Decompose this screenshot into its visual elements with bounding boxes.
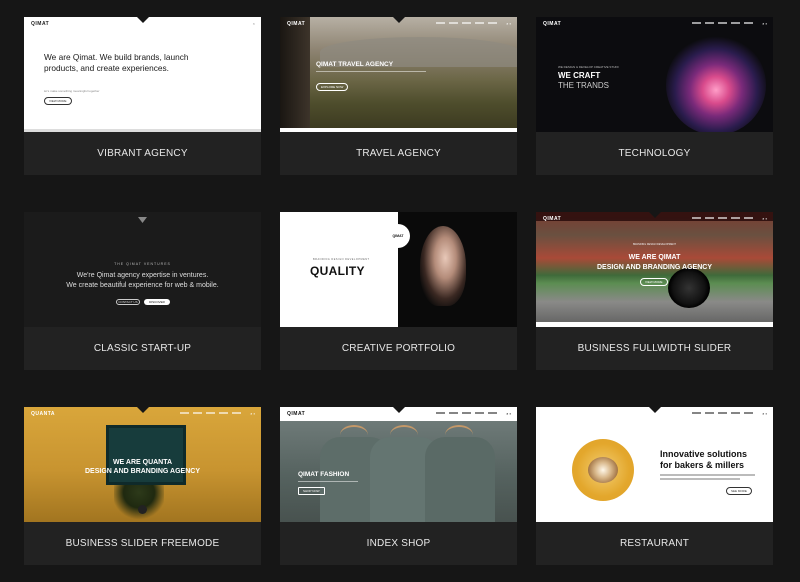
demo-thumbnail[interactable]: QIMAT BRANDING DESIGN DEVELOPMENT QUALIT… — [280, 212, 517, 327]
hero-headline-secondary: for bakers & millers — [660, 460, 745, 470]
search-icon: ⌕ ▪ — [250, 411, 255, 416]
hero-headline-secondary: DESIGN AND BRANDING AGENCY — [85, 468, 200, 475]
demo-card-classic-start-up[interactable]: THE QIMAT VENTURES We're Qimat agency ex… — [24, 212, 261, 370]
hero-button: EXPLORE NOW — [316, 83, 349, 91]
hanger-image — [340, 425, 368, 445]
contact-button: CONTACT US — [116, 299, 140, 305]
hanger-image — [445, 425, 473, 445]
hero-headline: Innovative solutions — [660, 449, 748, 459]
demo-thumbnail[interactable]: QIMAT ⌕ ▪ WE DESIGN & DEVELOP CREATIVE S… — [536, 17, 773, 132]
bowl-image — [588, 457, 618, 483]
hero-button: VIEW MORE — [44, 97, 72, 105]
hero-headline: QUALITY — [310, 264, 365, 278]
search-icon: ⌕ ▪ — [762, 216, 767, 221]
hero-headline-secondary: DESIGN AND BRANDING AGENCY — [597, 264, 712, 271]
hero-headline: We're Qimat agency expertise in ventures… — [76, 272, 209, 279]
nav-menu — [436, 22, 497, 24]
window-image — [106, 425, 186, 485]
hero-headline: WE ARE QIMAT — [628, 254, 681, 261]
search-icon: ⌕ ▪ — [762, 411, 767, 416]
hero-text — [660, 474, 755, 476]
demo-thumbnail[interactable]: QIMAT ⌕ ▪ BRANDING DESIGN DEVELOPMENT WE… — [536, 212, 773, 327]
site-logo: QIMAT — [543, 21, 562, 27]
nav-menu — [692, 412, 753, 414]
hero-kicker: WE DESIGN & DEVELOP CREATIVE STUFF — [558, 65, 620, 69]
camera-image — [668, 268, 710, 308]
site-logo: QIMAT — [386, 224, 410, 248]
notch — [136, 17, 149, 23]
site-logo: QIMAT — [31, 21, 50, 27]
notch — [392, 17, 405, 23]
demo-thumbnail[interactable]: QIMAT × We are Qimat. We build brands, l… — [24, 17, 261, 132]
site-logo: QIMAT — [543, 216, 562, 222]
hero-button: SHOP NOW — [298, 487, 325, 495]
hero-tags: BRANDING DESIGN DEVELOPMENT — [313, 258, 370, 261]
hanger-image — [390, 425, 418, 445]
demo-thumbnail[interactable]: QIMAT ⌕ ▪ QIMAT TRAVEL AGENCY EXPLORE NO… — [280, 17, 517, 132]
demo-caption[interactable]: TRAVEL AGENCY — [280, 132, 517, 175]
hero-button: VIEW MORE — [640, 278, 668, 286]
demo-thumbnail[interactable]: QUANTA ⌕ ▪ WE ARE QUANTA DESIGN AND BRAN… — [24, 407, 261, 522]
site-logo: QUANTA — [31, 411, 56, 417]
demo-card-vibrant-agency[interactable]: QIMAT × We are Qimat. We build brands, l… — [24, 17, 261, 175]
demo-thumbnail[interactable]: ⌕ ▪ Innovative solutions for bakers & mi… — [536, 407, 773, 522]
demo-caption[interactable]: TECHNOLOGY — [536, 132, 773, 175]
hero-headline: WE ARE QUANTA — [112, 459, 173, 466]
hero-button: SEE MORE — [726, 487, 752, 495]
notch — [648, 407, 661, 413]
demo-card-business-slider-freemode[interactable]: QUANTA ⌕ ▪ WE ARE QUANTA DESIGN AND BRAN… — [24, 407, 261, 565]
demo-caption[interactable]: RESTAURANT — [536, 522, 773, 565]
hero-text — [660, 478, 740, 480]
train-window-image — [280, 17, 310, 132]
portrait-image — [420, 226, 466, 306]
demo-caption[interactable]: BUSINESS SLIDER FREEMODE — [24, 522, 261, 565]
demo-card-index-shop[interactable]: QIMAT ⌕ ▪ QIMAT FASHION SHOP NOW INDEX S… — [280, 407, 517, 565]
demo-thumbnail[interactable]: QIMAT ⌕ ▪ QIMAT FASHION SHOP NOW — [280, 407, 517, 522]
demo-caption[interactable]: INDEX SHOP — [280, 522, 517, 565]
hero-subheadline: We create beautiful experience for web &… — [66, 282, 219, 289]
site-logo: QIMAT — [287, 411, 306, 417]
nav-menu — [692, 22, 753, 24]
hero-kicker: BRANDING DESIGN DEVELOPMENT — [632, 243, 677, 246]
logo-mark-icon — [138, 217, 147, 223]
play-icon — [138, 505, 147, 514]
site-logo: QIMAT — [287, 21, 306, 27]
plasma-ball-image — [666, 35, 766, 132]
demo-card-restaurant[interactable]: ⌕ ▪ Innovative solutions for bakers & mi… — [536, 407, 773, 565]
notch — [648, 212, 661, 218]
notch — [136, 407, 149, 413]
demo-card-creative-portfolio[interactable]: QIMAT BRANDING DESIGN DEVELOPMENT QUALIT… — [280, 212, 517, 370]
nav-menu — [692, 217, 753, 219]
hero-kicker: THE QIMAT VENTURES — [114, 262, 171, 266]
demo-thumbnail[interactable]: THE QIMAT VENTURES We're Qimat agency ex… — [24, 212, 261, 327]
hero-text — [316, 71, 426, 72]
hero-headline-secondary: THE TRANDS — [558, 81, 609, 90]
demo-card-business-fullwidth-slider[interactable]: QIMAT ⌕ ▪ BRANDING DESIGN DEVELOPMENT WE… — [536, 212, 773, 370]
demo-caption[interactable]: CLASSIC START-UP — [24, 327, 261, 370]
demo-card-travel-agency[interactable]: QIMAT ⌕ ▪ QIMAT TRAVEL AGENCY EXPLORE NO… — [280, 17, 517, 175]
plant-image — [114, 485, 164, 522]
search-icon: ⌕ ▪ — [762, 21, 767, 26]
notch — [392, 407, 405, 413]
nav-menu — [180, 412, 241, 414]
search-icon: ⌕ ▪ — [506, 21, 511, 26]
hero-text — [298, 481, 358, 482]
demo-card-technology[interactable]: QIMAT ⌕ ▪ WE DESIGN & DEVELOP CREATIVE S… — [536, 17, 773, 175]
menu-icon: × — [252, 21, 255, 26]
shirt-image — [425, 437, 495, 522]
demo-caption[interactable]: BUSINESS FULLWIDTH SLIDER — [536, 327, 773, 370]
hero-headline: WE CRAFT — [558, 71, 601, 80]
hero-subtext: let's make something meaningful together — [44, 89, 100, 93]
nav-menu — [436, 412, 497, 414]
hero-headline: QIMAT FASHION — [298, 471, 350, 478]
demo-caption[interactable]: CREATIVE PORTFOLIO — [280, 327, 517, 370]
hero-headline: QIMAT TRAVEL AGENCY — [316, 61, 394, 68]
hero-headline: We are Qimat. We build brands, launch pr… — [44, 52, 189, 73]
cart-icon: ⌕ ▪ — [506, 411, 511, 416]
demo-caption[interactable]: VIBRANT AGENCY — [24, 132, 261, 175]
discover-button: DISCOVER — [144, 299, 170, 305]
